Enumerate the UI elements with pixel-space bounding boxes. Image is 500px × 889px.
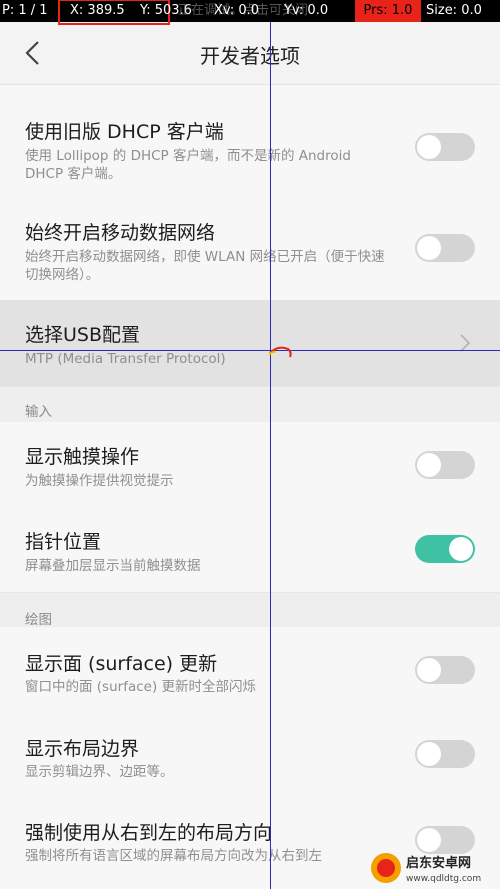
toggle-knob bbox=[417, 828, 441, 852]
item-subtitle: 强制将所有语言区域的屏幕布局方向改为从右到左 bbox=[25, 848, 322, 864]
toggle-knob bbox=[417, 742, 441, 766]
pointer-x: X: 389.5 bbox=[70, 3, 125, 18]
touch-trail-icon bbox=[268, 346, 292, 358]
item-title: 选择USB配置 bbox=[25, 324, 141, 346]
item-title: 始终开启移动数据网络 bbox=[25, 222, 216, 244]
item-title: 强制使用从右到左的布局方向 bbox=[25, 822, 273, 844]
list-item-surface-updates[interactable]: 显示面 (surface) 更新 窗口中的面 (surface) 更新时全部闪烁 bbox=[0, 627, 500, 713]
toggle-knob bbox=[449, 537, 473, 561]
item-subtitle: 屏幕叠加层显示当前触摸数据 bbox=[25, 558, 201, 574]
surface-updates-toggle[interactable] bbox=[415, 656, 475, 684]
app-header: 开发者选项 bbox=[0, 22, 500, 85]
item-title: 显示面 (surface) 更新 bbox=[25, 653, 218, 675]
list-item-legacy-dhcp[interactable]: 使用旧版 DHCP 客户端 使用 Lollipop 的 DHCP 客户端，而不是… bbox=[0, 85, 500, 199]
velocity-x: Xv: 0.0 bbox=[214, 3, 260, 18]
item-subtitle: 为触摸操作提供视觉提示 bbox=[25, 473, 174, 489]
item-title: 指针位置 bbox=[25, 531, 102, 553]
section-title: 输入 bbox=[25, 404, 52, 420]
item-subtitle: 显示剪辑边界、边距等。 bbox=[25, 764, 174, 780]
item-subtitle: MTP (Media Transfer Protocol) bbox=[25, 351, 226, 367]
mobile-data-toggle[interactable] bbox=[415, 234, 475, 262]
toggle-knob bbox=[417, 453, 441, 477]
developer-options-screen: P: 1 / 1 X: 389.5 Y: 503.6 正在调试。点击可关闭 Xv… bbox=[0, 0, 500, 889]
pressure: Prs: 1.0 bbox=[355, 0, 421, 22]
watermark-logo: 启东安卓网 www.qdldtg.com bbox=[371, 853, 481, 884]
list-item-usb-config[interactable]: 选择USB配置 MTP (Media Transfer Protocol) bbox=[0, 300, 500, 387]
show-touches-toggle[interactable] bbox=[415, 451, 475, 479]
item-title: 显示触摸操作 bbox=[25, 446, 140, 468]
pointer-count: P: 1 / 1 bbox=[2, 3, 48, 18]
list-item-layout-bounds[interactable]: 显示布局边界 显示剪辑边界、边距等。 bbox=[0, 712, 500, 797]
toggle-knob bbox=[417, 658, 441, 682]
crosshair-horizontal bbox=[0, 350, 500, 351]
item-subtitle: 窗口中的面 (surface) 更新时全部闪烁 bbox=[25, 679, 257, 695]
toggle-knob bbox=[417, 135, 441, 159]
pointer-location-bar: P: 1 / 1 X: 389.5 Y: 503.6 正在调试。点击可关闭 Xv… bbox=[0, 0, 500, 25]
item-title: 显示布局边界 bbox=[25, 738, 140, 760]
layout-bounds-toggle[interactable] bbox=[415, 740, 475, 768]
item-title: 使用旧版 DHCP 客户端 bbox=[25, 121, 224, 143]
legacy-dhcp-toggle[interactable] bbox=[415, 133, 475, 161]
list-item-mobile-data-always-on[interactable]: 始终开启移动数据网络 始终开启移动数据网络，即使 WLAN 网络已开启（便于快速… bbox=[0, 198, 500, 301]
list-item-show-touches[interactable]: 显示触摸操作 为触摸操作提供视觉提示 bbox=[0, 422, 500, 508]
section-title: 绘图 bbox=[25, 612, 52, 628]
svg-text:启东安卓网: 启东安卓网 bbox=[406, 855, 471, 871]
section-header-input: 输入 bbox=[0, 387, 500, 422]
toggle-knob bbox=[417, 236, 441, 260]
pointer-location-toggle[interactable] bbox=[415, 535, 475, 563]
svg-text:www.qdldtg.com: www.qdldtg.com bbox=[406, 874, 481, 884]
item-subtitle: 始终开启移动数据网络，即使 WLAN 网络已开启（便于快速切换网络）。 bbox=[25, 249, 385, 283]
crosshair-vertical bbox=[270, 0, 271, 889]
touch-size: Size: 0.0 bbox=[426, 3, 482, 18]
velocity-y: Yv: 0.0 bbox=[284, 3, 329, 18]
list-item-pointer-location[interactable]: 指针位置 屏幕叠加层显示当前触摸数据 bbox=[0, 507, 500, 593]
page-title: 开发者选项 bbox=[200, 44, 300, 68]
section-header-drawing: 绘图 bbox=[0, 593, 500, 628]
item-subtitle: 使用 Lollipop 的 DHCP 客户端，而不是新的 Android DHC… bbox=[25, 148, 351, 182]
